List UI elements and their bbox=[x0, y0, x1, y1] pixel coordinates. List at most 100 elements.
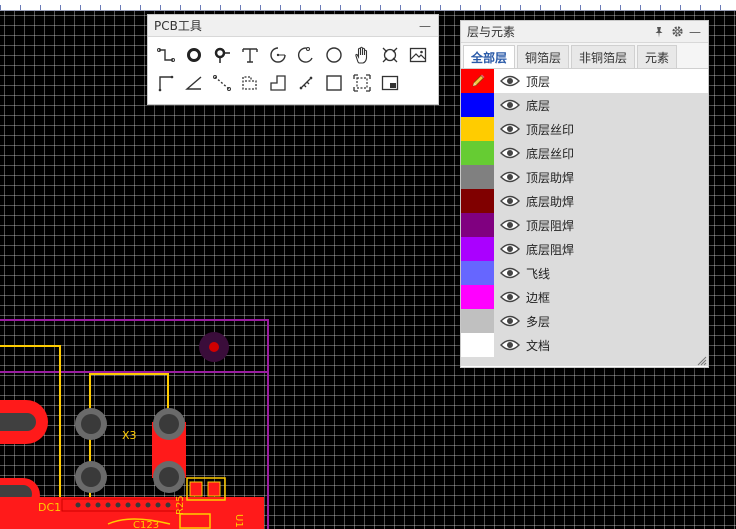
layer-name-cell: 飞线 bbox=[494, 261, 708, 285]
eye-icon[interactable] bbox=[500, 194, 520, 208]
layer-name: 边框 bbox=[526, 290, 551, 305]
layer-color-swatch[interactable] bbox=[461, 69, 494, 93]
tab-non-copper-layers[interactable]: 非铜箔层 bbox=[571, 45, 636, 68]
image-tool-icon[interactable] bbox=[404, 41, 432, 69]
eye-icon[interactable] bbox=[500, 122, 520, 136]
minimize-button[interactable]: — bbox=[418, 19, 432, 33]
layer-name: 底层丝印 bbox=[526, 146, 575, 161]
layer-color-swatch[interactable] bbox=[461, 117, 494, 141]
layer-row[interactable]: 多层 bbox=[461, 309, 708, 333]
layer-color-swatch[interactable] bbox=[461, 261, 494, 285]
eye-icon[interactable] bbox=[500, 98, 520, 112]
arc-center-icon[interactable] bbox=[264, 41, 292, 69]
eye-icon[interactable] bbox=[500, 290, 520, 304]
x3-pad-4-hole bbox=[159, 467, 179, 487]
board-outline-icon[interactable] bbox=[376, 69, 404, 97]
label-c123: C123 bbox=[133, 520, 159, 529]
pad-tool-icon[interactable] bbox=[180, 41, 208, 69]
layer-name-cell: 顶层阻焊 bbox=[494, 213, 708, 237]
copper-area-icon[interactable] bbox=[264, 69, 292, 97]
layer-row[interactable]: 飞线 bbox=[461, 261, 708, 285]
pin-icon[interactable] bbox=[652, 25, 666, 39]
layer-name-cell: 边框 bbox=[494, 285, 708, 309]
layers-header[interactable]: 层与元素 — bbox=[461, 21, 708, 43]
pan-hand-icon[interactable] bbox=[348, 41, 376, 69]
layer-tabs: 全部层 铜箔层 非铜箔层 元素 bbox=[461, 43, 708, 69]
x3-pad-2-hole bbox=[81, 467, 101, 487]
tab-all-layers[interactable]: 全部层 bbox=[463, 45, 516, 68]
minimize-button[interactable]: — bbox=[688, 25, 702, 39]
eye-icon[interactable] bbox=[500, 170, 520, 184]
layer-row[interactable]: 顶层丝印 bbox=[461, 117, 708, 141]
layer-row[interactable]: 顶层 bbox=[461, 69, 708, 93]
layer-color-swatch[interactable] bbox=[461, 189, 494, 213]
x3-pad-1-hole bbox=[81, 414, 101, 434]
slot-pad-hole bbox=[0, 413, 36, 431]
layer-name-cell: 底层阻焊 bbox=[494, 237, 708, 261]
layer-name: 顶层阻焊 bbox=[526, 218, 575, 233]
layer-color-swatch[interactable] bbox=[461, 285, 494, 309]
layer-row[interactable]: 底层 bbox=[461, 93, 708, 117]
connect-icon[interactable] bbox=[152, 69, 180, 97]
layer-name-cell: 底层助焊 bbox=[494, 189, 708, 213]
measure-icon[interactable] bbox=[292, 69, 320, 97]
dashed-line-icon[interactable] bbox=[208, 69, 236, 97]
layer-name: 飞线 bbox=[526, 266, 551, 281]
eye-icon[interactable] bbox=[500, 146, 520, 160]
eye-icon[interactable] bbox=[500, 242, 520, 256]
circle-tool-icon[interactable] bbox=[320, 41, 348, 69]
layer-name: 顶层助焊 bbox=[526, 170, 575, 185]
gear-icon[interactable] bbox=[670, 25, 684, 39]
resize-grip-icon[interactable] bbox=[695, 354, 707, 366]
layer-name: 顶层 bbox=[526, 74, 551, 89]
arc-3point-icon[interactable] bbox=[292, 41, 320, 69]
layer-name-cell: 多层 bbox=[494, 309, 708, 333]
layer-color-swatch[interactable] bbox=[461, 165, 494, 189]
tool-grid bbox=[148, 37, 438, 101]
via-tool-icon[interactable] bbox=[208, 41, 236, 69]
eye-icon[interactable] bbox=[500, 74, 520, 88]
layers-panel: 层与元素 — 全部层 铜箔层 非铜箔层 元素 顶层底层顶层丝印底层丝印顶层助焊底… bbox=[460, 20, 709, 368]
select-rect-icon[interactable] bbox=[236, 69, 264, 97]
layers-title: 层与元素 bbox=[467, 25, 516, 39]
text-tool-icon[interactable] bbox=[236, 41, 264, 69]
angle-icon[interactable] bbox=[180, 69, 208, 97]
wire-tool-icon[interactable] bbox=[152, 41, 180, 69]
layer-row[interactable]: 文档 bbox=[461, 333, 708, 357]
layer-color-swatch[interactable] bbox=[461, 309, 494, 333]
r25-pad-2 bbox=[207, 481, 221, 497]
layer-row[interactable]: 顶层助焊 bbox=[461, 165, 708, 189]
layer-name: 文档 bbox=[526, 338, 551, 353]
layer-color-swatch[interactable] bbox=[461, 141, 494, 165]
label-u1: U1 bbox=[233, 514, 244, 528]
layer-name-cell: 底层丝印 bbox=[494, 141, 708, 165]
eye-icon[interactable] bbox=[500, 314, 520, 328]
label-x3: X3 bbox=[122, 429, 137, 442]
layer-name-cell: 底层 bbox=[494, 93, 708, 117]
layer-row[interactable]: 顶层阻焊 bbox=[461, 213, 708, 237]
rect-tool-icon[interactable] bbox=[320, 69, 348, 97]
layer-name: 顶层丝印 bbox=[526, 122, 575, 137]
layer-row[interactable]: 底层丝印 bbox=[461, 141, 708, 165]
eye-icon[interactable] bbox=[500, 266, 520, 280]
layer-color-swatch[interactable] bbox=[461, 237, 494, 261]
layer-row[interactable]: 底层阻焊 bbox=[461, 237, 708, 261]
pencil-icon bbox=[471, 74, 484, 87]
layer-name-cell: 文档 bbox=[494, 333, 708, 357]
layer-name-cell: 顶层丝印 bbox=[494, 117, 708, 141]
component-icon[interactable] bbox=[348, 69, 376, 97]
layer-row[interactable]: 底层助焊 bbox=[461, 189, 708, 213]
eye-icon[interactable] bbox=[500, 338, 520, 352]
layer-row[interactable]: 边框 bbox=[461, 285, 708, 309]
dimension-corners-icon[interactable] bbox=[376, 41, 404, 69]
layer-color-swatch[interactable] bbox=[461, 93, 494, 117]
layer-color-swatch[interactable] bbox=[461, 213, 494, 237]
layer-color-swatch[interactable] bbox=[461, 333, 494, 357]
mounting-hole-center bbox=[209, 342, 219, 352]
tab-copper-layers[interactable]: 铜箔层 bbox=[517, 45, 570, 68]
label-dc1: DC1 bbox=[38, 501, 61, 514]
tab-elements[interactable]: 元素 bbox=[637, 45, 678, 68]
pcb-tools-header[interactable]: PCB工具 — bbox=[148, 15, 438, 37]
eye-icon[interactable] bbox=[500, 218, 520, 232]
pcb-tools-panel: PCB工具 — bbox=[147, 14, 439, 105]
